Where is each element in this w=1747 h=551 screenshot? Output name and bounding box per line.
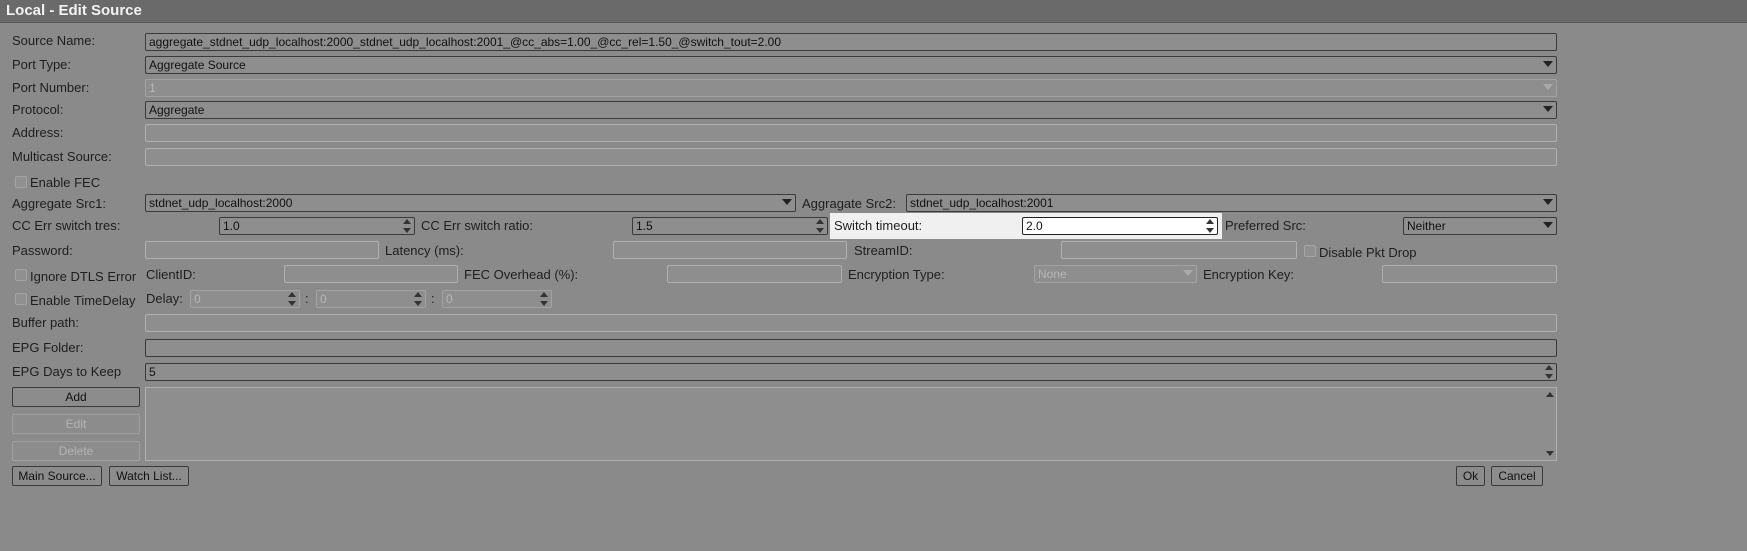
main-source-button[interactable]: Main Source... bbox=[12, 466, 102, 486]
enable-timedelay-checkbox[interactable] bbox=[15, 293, 27, 305]
encryption-key-label: Encryption Key: bbox=[1203, 267, 1295, 282]
cc-err-switch-ratio-spinner[interactable]: 1.5 bbox=[632, 217, 828, 235]
aggregate-src2-label: Aggragate Src2: bbox=[802, 196, 896, 211]
chevron-down-icon bbox=[1543, 61, 1553, 67]
chevron-down-icon bbox=[782, 199, 792, 205]
delay-minutes-spinner[interactable]: 0 bbox=[316, 290, 426, 308]
delay-seconds-value: 0 bbox=[446, 292, 453, 306]
chevron-down-icon bbox=[1183, 270, 1193, 276]
watch-list-button[interactable]: Watch List... bbox=[109, 466, 189, 486]
chevron-down-icon bbox=[1543, 222, 1553, 228]
port-number-label: Port Number: bbox=[12, 80, 90, 95]
enable-fec-checkbox[interactable] bbox=[15, 176, 27, 188]
protocol-value: Aggregate bbox=[149, 103, 205, 117]
delay-seconds-spinner[interactable]: 0 bbox=[442, 290, 552, 308]
delay-label: Delay: bbox=[146, 291, 183, 306]
ignore-dtls-error-checkbox[interactable] bbox=[15, 269, 27, 281]
cc-err-switch-tres-label: CC Err switch tres: bbox=[12, 218, 121, 233]
enable-fec-label: Enable FEC bbox=[30, 175, 101, 190]
disable-pkt-drop-checkbox[interactable] bbox=[1304, 245, 1316, 257]
scroll-up-icon[interactable] bbox=[1546, 392, 1554, 397]
add-button[interactable]: Add bbox=[12, 387, 140, 407]
ignore-dtls-error-label: Ignore DTLS Error bbox=[30, 269, 137, 284]
preferred-src-label: Preferred Src: bbox=[1225, 218, 1306, 233]
buffer-path-input[interactable] bbox=[145, 314, 1557, 332]
encryption-key-input[interactable] bbox=[1382, 265, 1557, 283]
enable-timedelay-label: Enable TimeDelay bbox=[30, 293, 136, 308]
protocol-label: Protocol: bbox=[12, 102, 64, 117]
cc-err-switch-ratio-value: 1.5 bbox=[636, 219, 653, 233]
spinner-arrows-icon[interactable] bbox=[816, 219, 825, 233]
delete-button[interactable]: Delete bbox=[12, 441, 140, 461]
spinner-arrows-icon[interactable] bbox=[1545, 365, 1554, 379]
cc-err-switch-tres-value: 1.0 bbox=[223, 219, 240, 233]
latency-label: Latency (ms): bbox=[385, 243, 464, 258]
delay-hours-value: 0 bbox=[194, 292, 201, 306]
spinner-arrows-icon[interactable] bbox=[288, 292, 297, 306]
aggregate-src1-label: Aggregate Src1: bbox=[12, 196, 106, 211]
window-title: Local - Edit Source bbox=[6, 2, 142, 19]
chevron-down-icon bbox=[1543, 84, 1553, 90]
epg-days-label: EPG Days to Keep bbox=[12, 364, 122, 379]
chevron-down-icon bbox=[1543, 199, 1553, 205]
port-type-value: Aggregate Source bbox=[149, 58, 246, 72]
port-number-select[interactable]: 1 bbox=[145, 79, 1557, 97]
epg-days-value: 5 bbox=[149, 365, 156, 379]
entries-scrollbar[interactable] bbox=[1544, 388, 1556, 460]
buffer-path-label: Buffer path: bbox=[12, 315, 79, 330]
protocol-select[interactable]: Aggregate bbox=[145, 101, 1557, 119]
entries-list[interactable] bbox=[145, 387, 1557, 461]
cc-err-switch-tres-spinner[interactable]: 1.0 bbox=[219, 217, 415, 235]
epg-folder-input[interactable] bbox=[145, 339, 1557, 357]
spinner-arrows-icon[interactable] bbox=[1206, 219, 1215, 233]
aggregate-src1-select[interactable]: stdnet_udp_localhost:2000 bbox=[145, 194, 796, 212]
preferred-src-value: Neither bbox=[1407, 219, 1446, 233]
edit-button[interactable]: Edit bbox=[12, 414, 140, 434]
password-label: Password: bbox=[12, 243, 73, 258]
preferred-src-select[interactable]: Neither bbox=[1403, 217, 1557, 235]
encryption-type-value: None bbox=[1038, 267, 1067, 281]
chevron-down-icon bbox=[1543, 106, 1553, 112]
source-name-label: Source Name: bbox=[12, 33, 96, 48]
client-id-label: ClientID: bbox=[146, 267, 196, 282]
latency-input[interactable] bbox=[613, 241, 847, 259]
port-number-value: 1 bbox=[149, 81, 156, 95]
client-id-input[interactable] bbox=[284, 265, 458, 283]
delay-hours-spinner[interactable]: 0 bbox=[190, 290, 300, 308]
spinner-arrows-icon[interactable] bbox=[540, 292, 549, 306]
fec-overhead-input[interactable] bbox=[667, 265, 842, 283]
address-label: Address: bbox=[12, 125, 64, 140]
spinner-arrows-icon[interactable] bbox=[403, 219, 412, 233]
spinner-arrows-icon[interactable] bbox=[414, 292, 423, 306]
aggregate-src2-select[interactable]: stdnet_udp_localhost:2001 bbox=[906, 194, 1557, 212]
cancel-button[interactable]: Cancel bbox=[1491, 466, 1543, 486]
delay-separator: : bbox=[431, 291, 435, 306]
address-input[interactable] bbox=[145, 124, 1557, 142]
scroll-down-icon[interactable] bbox=[1546, 451, 1554, 456]
ok-button[interactable]: Ok bbox=[1456, 466, 1485, 486]
aggregate-src2-value: stdnet_udp_localhost:2001 bbox=[910, 196, 1054, 210]
stream-id-input[interactable] bbox=[1061, 241, 1297, 259]
multicast-source-label: Multicast Source: bbox=[12, 149, 112, 164]
cc-err-switch-ratio-label: CC Err switch ratio: bbox=[421, 218, 533, 233]
multicast-source-input[interactable] bbox=[145, 148, 1557, 166]
aggregate-src1-value: stdnet_udp_localhost:2000 bbox=[149, 196, 293, 210]
switch-timeout-value: 2.0 bbox=[1026, 219, 1043, 233]
port-type-select[interactable]: Aggregate Source bbox=[145, 56, 1557, 74]
disable-pkt-drop-label: Disable Pkt Drop bbox=[1319, 245, 1417, 260]
switch-timeout-label: Switch timeout: bbox=[834, 218, 923, 233]
stream-id-label: StreamID: bbox=[854, 243, 913, 258]
source-name-input[interactable]: aggregate_stdnet_udp_localhost:2000_stdn… bbox=[145, 33, 1557, 51]
fec-overhead-label: FEC Overhead (%): bbox=[464, 267, 579, 282]
password-input[interactable] bbox=[145, 241, 379, 259]
epg-days-spinner[interactable]: 5 bbox=[145, 363, 1557, 381]
encryption-type-label: Encryption Type: bbox=[848, 267, 945, 282]
delay-minutes-value: 0 bbox=[320, 292, 327, 306]
window-titlebar: Local - Edit Source bbox=[0, 0, 1747, 23]
delay-separator: : bbox=[305, 291, 309, 306]
switch-timeout-spinner[interactable]: 2.0 bbox=[1022, 217, 1218, 235]
epg-folder-label: EPG Folder: bbox=[12, 340, 84, 355]
encryption-type-select[interactable]: None bbox=[1034, 265, 1197, 283]
port-type-label: Port Type: bbox=[12, 57, 72, 72]
